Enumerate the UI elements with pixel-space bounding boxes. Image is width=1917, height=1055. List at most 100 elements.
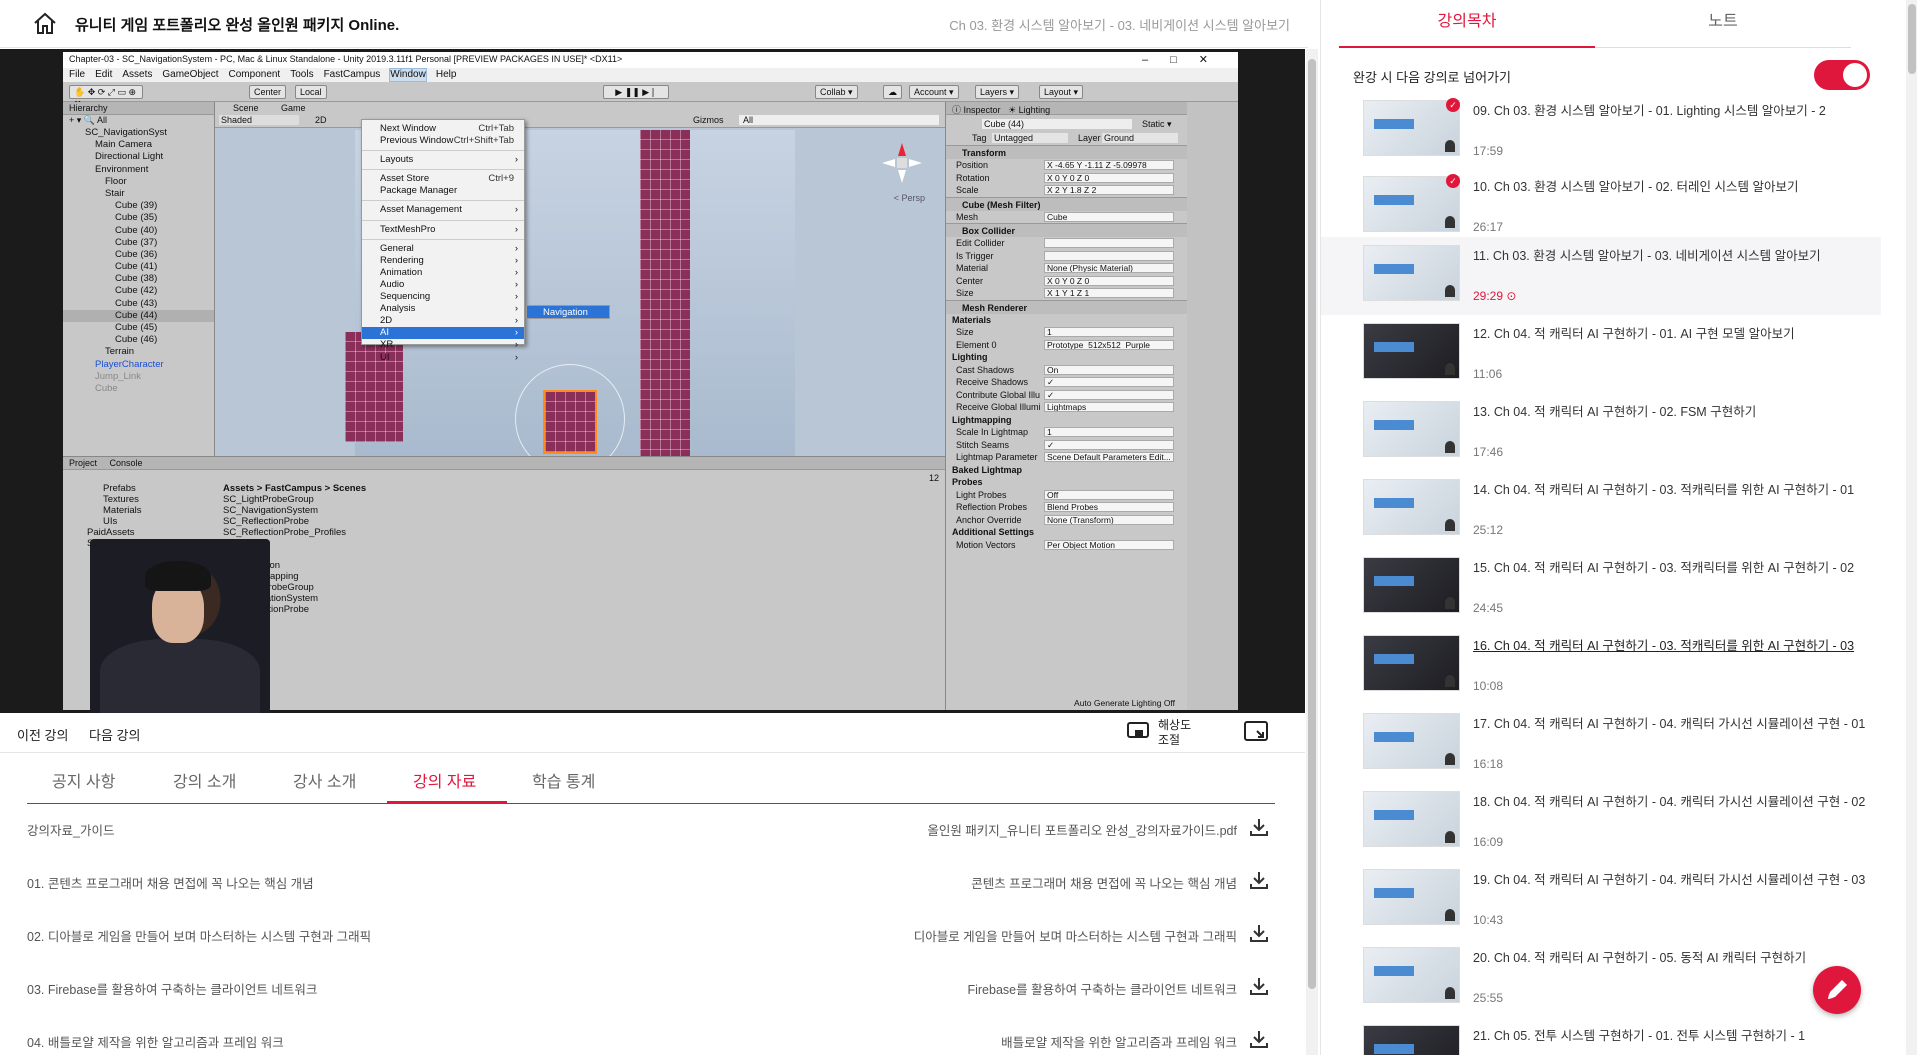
lecture-thumbnail bbox=[1363, 1025, 1460, 1055]
material-row: 02. 디아블로 게임을 만들어 보며 마스터하는 시스템 구현과 그래픽 디아블… bbox=[27, 923, 1275, 947]
lecture-thumbnail bbox=[1363, 947, 1460, 1003]
download-icon[interactable] bbox=[1249, 923, 1269, 943]
inspector-row: Light Probes Off bbox=[946, 489, 1187, 502]
lecture-item[interactable]: 21. Ch 05. 전투 시스템 구현하기 - 01. 전투 시스템 구현하기… bbox=[1321, 1017, 1881, 1055]
lecture-item[interactable]: 18. Ch 04. 적 캐릭터 AI 구현하기 - 04. 캐릭터 가시선 시… bbox=[1321, 783, 1881, 861]
window-menu-item: General › bbox=[380, 242, 518, 254]
tab-statistics[interactable]: 학습 통계 bbox=[532, 768, 595, 792]
tab-lecture-toc[interactable]: 강의목차 bbox=[1339, 0, 1595, 48]
resolution-label: 해상도 조절 bbox=[1158, 718, 1192, 747]
lecture-title: 21. Ch 05. 전투 시스템 구현하기 - 01. 전투 시스템 구현하기… bbox=[1473, 1029, 1806, 1043]
window-menu-item: Layouts › bbox=[380, 154, 518, 166]
lecture-item[interactable]: 17. Ch 04. 적 캐릭터 AI 구현하기 - 04. 캐릭터 가시선 시… bbox=[1321, 705, 1881, 783]
material-file[interactable]: 올인원 패키지_유니티 포트폴리오 완성_강의자료가이드.pdf bbox=[927, 820, 1237, 839]
mesh-filter-header: Cube (Mesh Filter) bbox=[946, 196, 1187, 211]
scene-view: Scene Game Shaded 2D Gizmos All < Persp bbox=[215, 102, 945, 456]
sidebar-scrollbar[interactable] bbox=[1906, 0, 1917, 1055]
chevron-right-icon: › bbox=[514, 327, 518, 339]
page-scrollbar[interactable] bbox=[1306, 49, 1318, 1055]
project-file: SC_ReflectionProbe_Profiles bbox=[223, 527, 347, 538]
lecture-item[interactable]: 15. Ch 04. 적 캐릭터 AI 구현하기 - 03. 적캐릭터를 위한 … bbox=[1321, 549, 1881, 627]
axis-gizmo-icon bbox=[882, 143, 922, 183]
inspector-row: Position X -4.65 Y -1.11 Z -5.09978 bbox=[946, 159, 1187, 172]
material-file[interactable]: 콘텐츠 프로그래머 채용 면접에 꼭 나오는 핵심 개념 bbox=[971, 873, 1237, 892]
lecture-item[interactable]: 12. Ch 04. 적 캐릭터 AI 구현하기 - 01. AI 구현 모델 … bbox=[1321, 315, 1881, 393]
chevron-right-icon: › bbox=[514, 254, 518, 266]
inspector-row: Stitch Seams ✓ bbox=[946, 439, 1187, 452]
download-icon[interactable] bbox=[1249, 976, 1269, 996]
video-player[interactable]: Chapter-03 - SC_NavigationSystem - PC, M… bbox=[0, 49, 1305, 713]
resolution-button[interactable]: 해상도 조절 bbox=[1125, 715, 1215, 749]
resolution-icon bbox=[1127, 722, 1149, 738]
lecture-item[interactable]: 13. Ch 04. 적 캐릭터 AI 구현하기 - 02. FSM 구현하기 1… bbox=[1321, 393, 1881, 471]
hierarchy-item: Cube (40) bbox=[115, 224, 158, 236]
unity-menubar: File Edit Assets GameObject Component Tools Fa… bbox=[63, 68, 1238, 82]
lecture-thumbnail bbox=[1363, 557, 1460, 613]
inspector-row: Motion Vectors Per Object Motion bbox=[946, 539, 1187, 552]
unity-window-title: Chapter-03 - SC_NavigationSystem - PC, M… bbox=[69, 54, 623, 64]
download-icon[interactable] bbox=[1249, 817, 1269, 837]
material-file[interactable]: 배틀로얄 제작을 위한 알고리즘과 프레임 워크 bbox=[1001, 1032, 1237, 1051]
project-zoom-count: 12 bbox=[928, 473, 939, 483]
next-lecture-button[interactable]: 다음 강의 bbox=[89, 725, 140, 744]
material-file[interactable]: Firebase를 활용하여 구축하는 클라이언트 네트워크 bbox=[967, 979, 1237, 998]
inspector-row: Receive Shadows ✓ bbox=[946, 376, 1187, 389]
transform-rows: Position X -4.65 Y -1.11 Z -5.09978 Rotati… bbox=[946, 159, 1187, 197]
course-title: 유니티 게임 포트폴리오 완성 올인원 패키지 Online. bbox=[75, 17, 400, 34]
tab-course-intro[interactable]: 강의 소개 bbox=[173, 768, 236, 792]
material-file[interactable]: 디아블로 게임을 만들어 보며 마스터하는 시스템 구현과 그래픽 bbox=[914, 926, 1237, 945]
window-controls: –□✕ bbox=[1142, 54, 1230, 66]
layout-dropdown: Layout ▾ bbox=[1039, 85, 1084, 99]
lecture-item[interactable]: 20. Ch 04. 적 캐릭터 AI 구현하기 - 05. 동적 AI 캐릭터… bbox=[1321, 939, 1881, 1017]
window-menu-item: XR › bbox=[380, 339, 518, 351]
tab-notes[interactable]: 노트 bbox=[1595, 0, 1851, 48]
2d-toggle: 2D bbox=[315, 115, 327, 125]
unity-menu-edit: Edit bbox=[95, 69, 113, 80]
inspector-row: Size 1 bbox=[946, 326, 1187, 339]
menu-separator bbox=[362, 200, 524, 202]
layers-dropdown: Layers ▾ bbox=[975, 85, 1020, 99]
inspector-tabs: ⓘ Inspector ☀ Lighting bbox=[946, 102, 1187, 115]
hierarchy-item: Cube (45) bbox=[115, 322, 158, 333]
completed-check-icon: ✓ bbox=[1446, 98, 1460, 112]
project-folder: Materials bbox=[103, 505, 142, 516]
inspector-row: Material None (Physic Material) bbox=[946, 262, 1187, 275]
inspector-row: Scale X 2 Y 1.8 Z 2 bbox=[946, 184, 1187, 197]
window-menu-item: TextMeshPro › bbox=[380, 223, 518, 235]
lecture-title: 10. Ch 03. 환경 시스템 알아보기 - 02. 터레인 시스템 알아보… bbox=[1473, 180, 1799, 194]
player-area: 유니티 게임 포트폴리오 완성 올인원 패키지 Online. Ch 03. 환… bbox=[0, 0, 1318, 1055]
window-menu: Next Window Ctrl+Tab Previous Window Ctrl+S… bbox=[361, 119, 525, 363]
tab-materials[interactable]: 강의 자료 bbox=[413, 768, 476, 792]
lecture-thumbnail bbox=[1363, 791, 1460, 847]
lecture-item[interactable]: ✓ 09. Ch 03. 환경 시스템 알아보기 - 01. Lighting 시… bbox=[1321, 98, 1881, 170]
transform-header: Transform bbox=[946, 145, 1187, 159]
unity-menu-tools: Tools bbox=[290, 69, 314, 80]
home-icon[interactable] bbox=[32, 11, 58, 35]
download-icon[interactable] bbox=[1249, 1029, 1269, 1049]
chevron-right-icon: › bbox=[514, 204, 518, 216]
lecture-item[interactable]: 16. Ch 04. 적 캐릭터 AI 구현하기 - 03. 적캐릭터를 위한 … bbox=[1321, 627, 1881, 705]
inspector-panel: ⓘ Inspector ☀ Lighting Cube (44) Static … bbox=[945, 102, 1187, 710]
inspector-section: Lighting bbox=[952, 352, 988, 362]
lecture-item[interactable]: ✓ 10. Ch 03. 환경 시스템 알아보기 - 02. 터레인 시스템 알아… bbox=[1321, 168, 1881, 246]
prev-lecture-button[interactable]: 이전 강의 bbox=[17, 725, 68, 744]
lecture-breadcrumb: Ch 03. 환경 시스템 알아보기 - 03. 네비게이션 시스템 알아보기 bbox=[949, 18, 1290, 33]
lecture-item[interactable]: 11. Ch 03. 환경 시스템 알아보기 - 03. 네비게이션 시스템 알… bbox=[1321, 237, 1881, 315]
edit-note-button[interactable] bbox=[1813, 966, 1861, 1014]
lecture-item[interactable]: 19. Ch 04. 적 캐릭터 AI 구현하기 - 04. 캐릭터 가시선 시… bbox=[1321, 861, 1881, 939]
tab-instructor-intro[interactable]: 강사 소개 bbox=[293, 768, 356, 792]
project-file: SC_LightProbeGroup bbox=[223, 494, 314, 505]
lecture-duration: 25:55 bbox=[1473, 991, 1504, 1005]
tab-notice[interactable]: 공지 사항 bbox=[52, 768, 115, 792]
inspector-row: Edit Collider bbox=[946, 237, 1187, 250]
lecture-item[interactable]: 14. Ch 04. 적 캐릭터 AI 구현하기 - 03. 적캐릭터를 위한 … bbox=[1321, 471, 1881, 549]
autoplay-toggle[interactable] bbox=[1814, 60, 1870, 90]
hierarchy-item: PlayerCharacter bbox=[95, 358, 164, 370]
chevron-right-icon: › bbox=[514, 351, 518, 363]
download-icon[interactable] bbox=[1249, 870, 1269, 890]
hierarchy-item: Floor bbox=[105, 175, 127, 187]
inspector-section: Additional Settings bbox=[952, 527, 1034, 537]
fullscreen-icon[interactable] bbox=[1244, 721, 1268, 743]
lecture-title: 14. Ch 04. 적 캐릭터 AI 구현하기 - 03. 적캐릭터를 위한 … bbox=[1473, 483, 1855, 497]
lecture-title: 12. Ch 04. 적 캐릭터 AI 구현하기 - 01. AI 구현 모델 … bbox=[1473, 327, 1795, 341]
